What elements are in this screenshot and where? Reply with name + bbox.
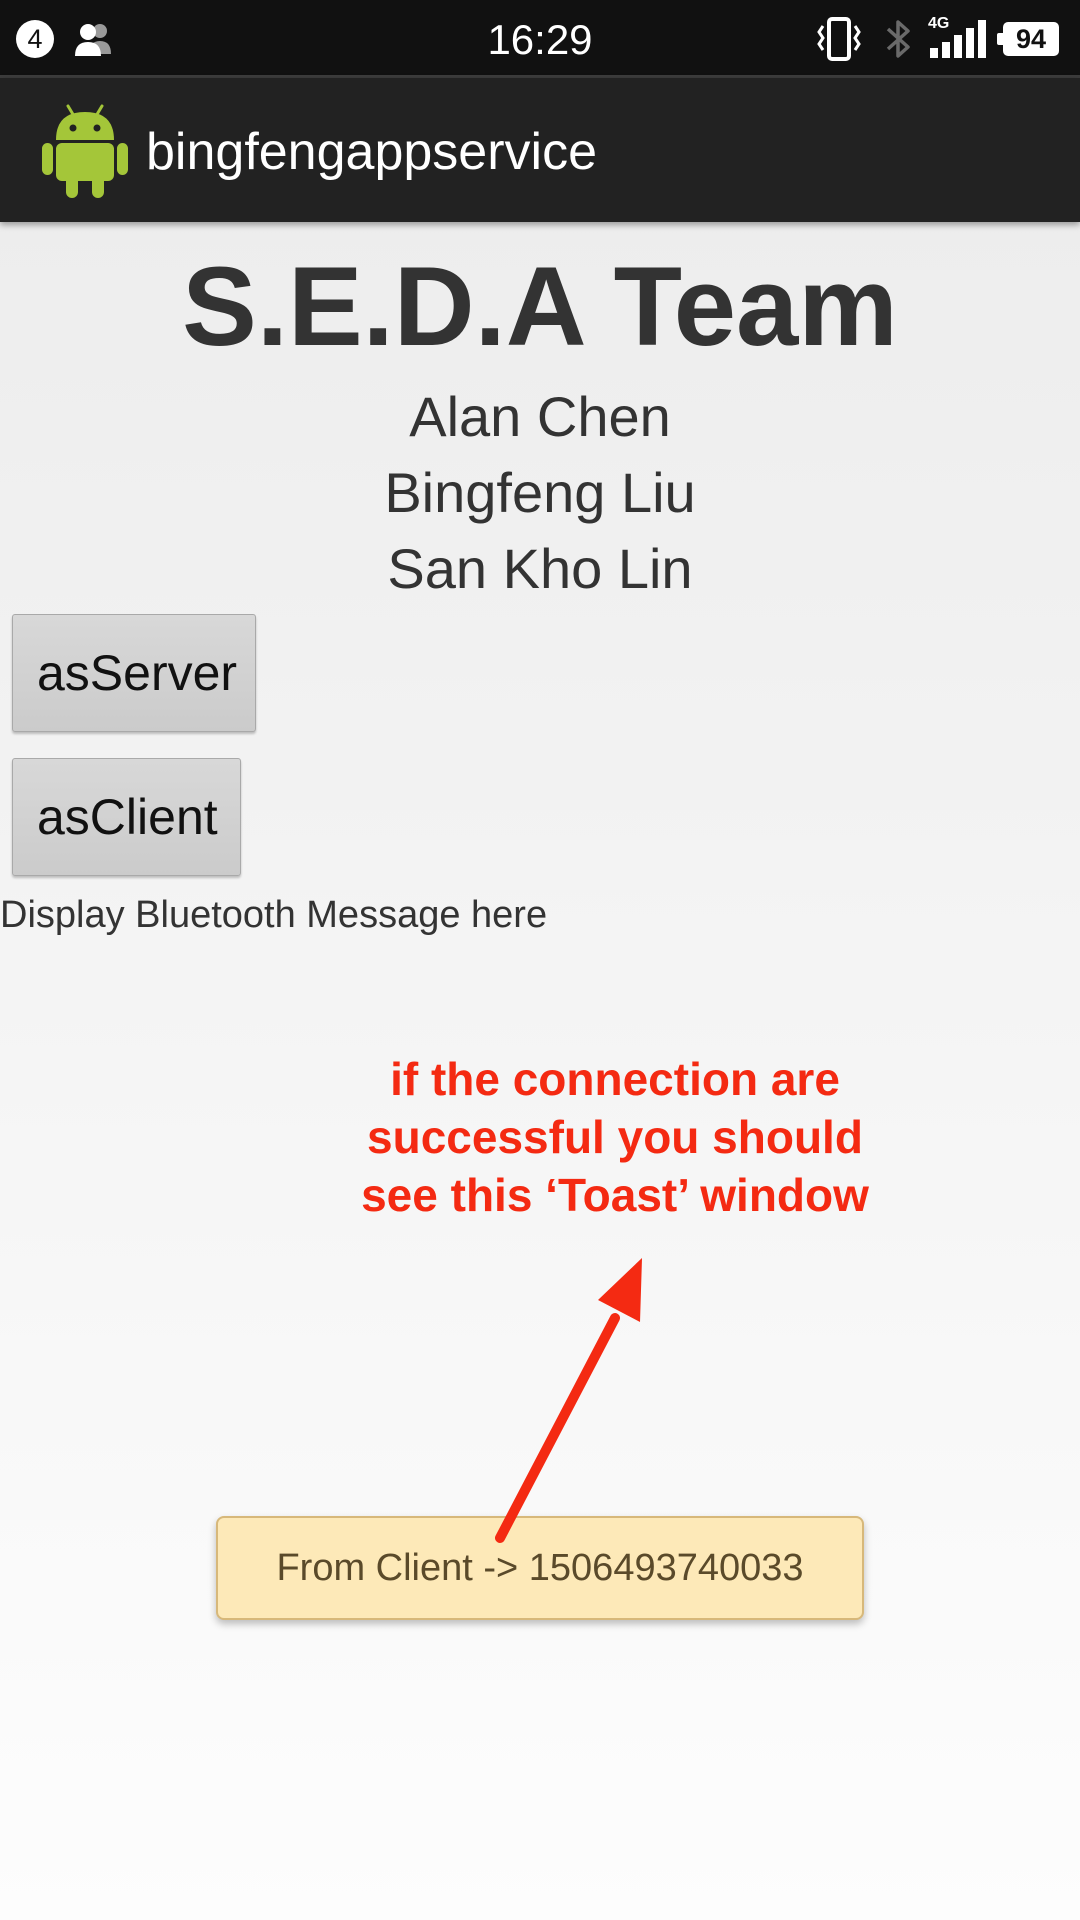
as-client-button[interactable]: asClient [12, 758, 241, 876]
bluetooth-message-text: Display Bluetooth Message here [0, 894, 548, 936]
action-bar: bingfengappservice [0, 78, 1080, 222]
annotation-line: see this ‘Toast’ window [361, 1169, 869, 1221]
toast-message: From Client -> 1506493740033 [216, 1516, 864, 1620]
battery-icon: 94 [997, 22, 1059, 56]
as-server-button[interactable]: asServer [12, 614, 256, 732]
member-name: Alan Chen [409, 385, 671, 448]
signal-icon [930, 20, 986, 58]
status-clock: 16:29 [487, 16, 593, 63]
vibrate-icon [817, 17, 861, 61]
bluetooth-icon [886, 20, 910, 58]
member-name: San Kho Lin [387, 537, 693, 600]
member-name: Bingfeng Liu [384, 461, 696, 524]
annotation-text: if the connection are successful you sho… [330, 1050, 900, 1224]
team-title: S.E.D.A Team [182, 244, 898, 369]
status-bar: 4 16:29 4G 94 [0, 0, 1080, 78]
annotation-line: successful you should [367, 1111, 863, 1163]
app-title: bingfengappservice [146, 123, 597, 181]
annotation-line: if the connection are [390, 1053, 840, 1105]
android-robot-icon[interactable] [42, 102, 128, 200]
